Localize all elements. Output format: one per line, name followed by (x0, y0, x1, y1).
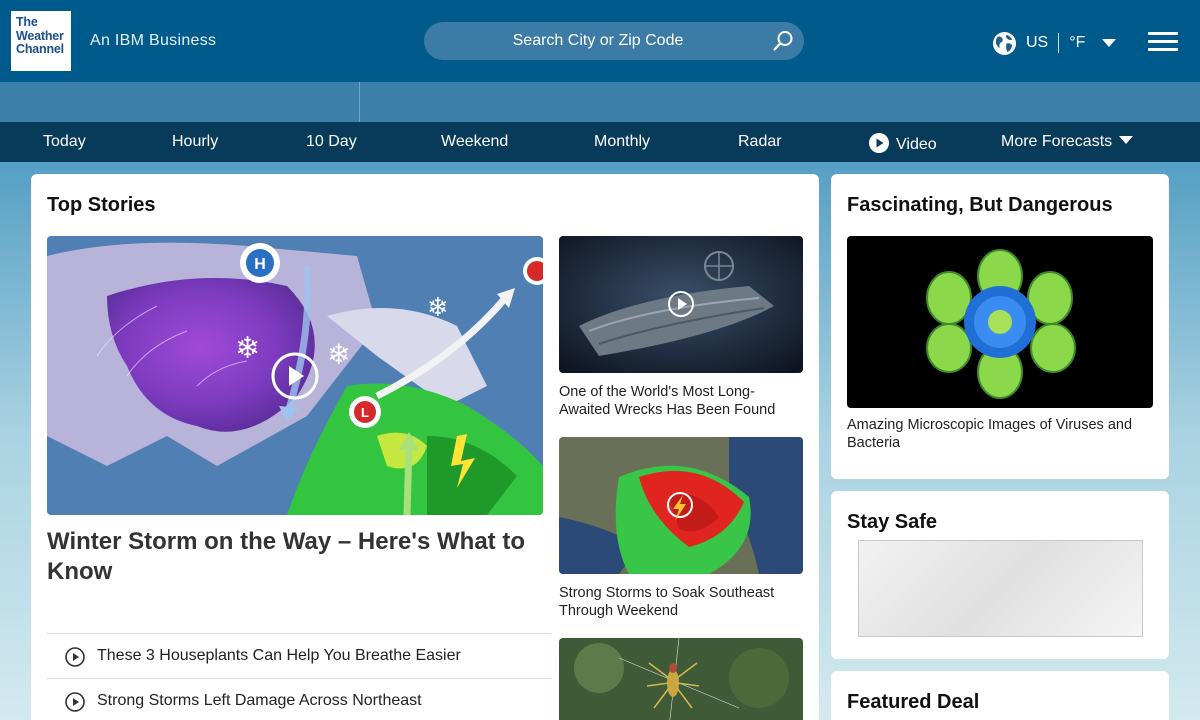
featured-deal-title: Featured Deal (847, 691, 980, 713)
spider-graphic (559, 638, 803, 720)
fascinating-caption[interactable]: Amazing Microscopic Images of Viruses an… (847, 416, 1153, 452)
weather-map-graphic: H L ❄ ❄ ❄ (47, 236, 543, 515)
tab-radar[interactable]: Radar (738, 133, 782, 151)
story-list-item[interactable]: Strong Storms Left Damage Across Northea… (47, 678, 551, 720)
storm-map-graphic (559, 437, 803, 574)
tab-weekend[interactable]: Weekend (441, 133, 508, 151)
play-circle-icon (65, 647, 85, 667)
virus-graphic (847, 236, 1153, 408)
svg-text:L: L (361, 405, 369, 420)
story-list-item-label: These 3 Houseplants Can Help You Breathe… (97, 647, 461, 664)
southeast-storm-map-thumbnail[interactable] (559, 437, 803, 574)
tab-today[interactable]: Today (43, 133, 86, 151)
sub-banner (0, 82, 1200, 122)
globe-icon (992, 31, 1017, 55)
shipwreck-video-thumbnail[interactable] (559, 236, 803, 373)
tab-more-forecasts[interactable]: More Forecasts (1001, 133, 1134, 151)
spider-photo-thumbnail[interactable] (559, 638, 803, 720)
hamburger-menu-icon[interactable] (1148, 32, 1178, 52)
logo-line-2: Weather (16, 28, 64, 43)
chevron-down-icon (1119, 136, 1134, 144)
tab-hourly[interactable]: Hourly (172, 133, 218, 151)
tab-video[interactable]: Video (869, 133, 937, 154)
play-circle-icon (65, 692, 85, 712)
fascinating-title: Fascinating, But Dangerous (847, 194, 1113, 216)
shipwreck-graphic (559, 236, 803, 373)
main-story-headline[interactable]: Winter Storm on the Way – Here's What to… (47, 527, 537, 587)
sub-banner-divider (359, 82, 360, 122)
story-list-item-label: Strong Storms Left Damage Across Northea… (97, 692, 422, 709)
logo-line-1: The (16, 15, 38, 29)
ibm-tagline: An IBM Business (90, 32, 217, 49)
stay-safe-title: Stay Safe (847, 511, 938, 533)
tab-video-label: Video (896, 136, 937, 153)
story-caption[interactable]: Strong Storms to Soak Southeast Through … (559, 584, 799, 620)
weather-channel-logo[interactable]: The Weather Channel (11, 11, 71, 71)
country-label: US (1026, 34, 1049, 51)
locale-selector[interactable]: US °F (992, 30, 1117, 56)
tab-more-forecasts-label: More Forecasts (1001, 133, 1113, 150)
microscopic-virus-image[interactable] (847, 236, 1153, 408)
search-input[interactable]: Search City or Zip Code (424, 22, 804, 60)
svg-text:❄: ❄ (327, 338, 350, 371)
site-header: The Weather Channel An IBM Business Sear… (0, 0, 1200, 82)
tab-10-day[interactable]: 10 Day (306, 133, 357, 151)
story-list-item[interactable]: These 3 Houseplants Can Help You Breathe… (47, 633, 551, 678)
svg-text:❄: ❄ (427, 293, 449, 323)
locale-divider (1058, 33, 1060, 53)
stay-safe-placeholder-image[interactable] (858, 540, 1143, 637)
svg-text:❄: ❄ (235, 331, 260, 366)
search-placeholder: Search City or Zip Code (512, 32, 684, 49)
tab-monthly[interactable]: Monthly (594, 133, 650, 151)
svg-text:H: H (254, 256, 266, 273)
unit-label: °F (1069, 34, 1086, 51)
winter-storm-map-image[interactable]: H L ❄ ❄ ❄ (47, 236, 543, 515)
logo-line-3: Channel (16, 42, 64, 56)
story-caption[interactable]: One of the World's Most Long-Awaited Wre… (559, 383, 799, 419)
top-stories-title: Top Stories (47, 194, 156, 216)
forecast-nav: Today Hourly 10 Day Weekend Monthly Rada… (0, 122, 1200, 162)
play-circle-icon (869, 133, 889, 153)
search-icon[interactable] (772, 30, 794, 52)
chevron-down-icon[interactable] (1101, 38, 1117, 48)
